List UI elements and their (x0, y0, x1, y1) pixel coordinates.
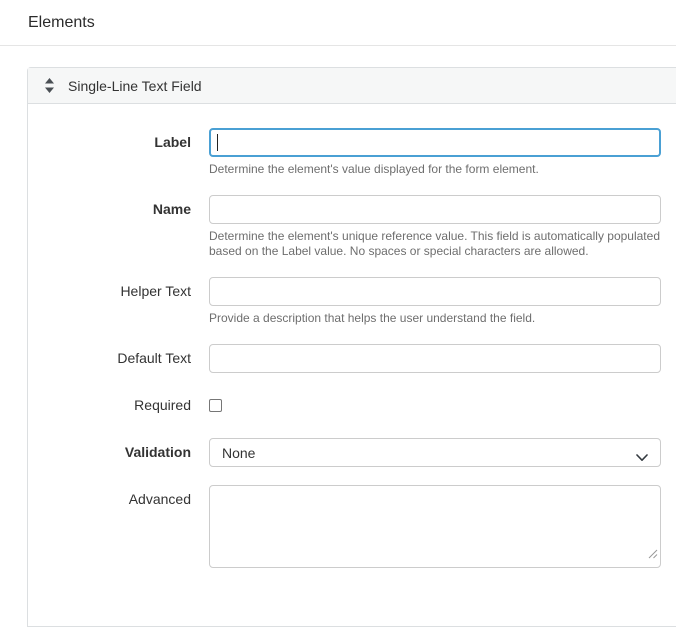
name-field-control: Determine the element's unique reference… (209, 195, 661, 259)
label-field-label: Label (28, 128, 191, 157)
advanced-textarea[interactable] (209, 485, 661, 568)
element-settings-panel: Single-Line Text Field Label Determine t… (27, 67, 676, 627)
default-text-input[interactable] (209, 344, 661, 373)
default-text-field-label: Default Text (28, 344, 191, 373)
helper-text-input[interactable] (209, 277, 661, 306)
required-field-control (209, 391, 661, 412)
form-group-helper-text: Helper Text Provide a description that h… (28, 277, 660, 326)
form-group-label: Label Determine the element's value disp… (28, 128, 660, 177)
form-group-name: Name Determine the element's unique refe… (28, 195, 660, 259)
name-input[interactable] (209, 195, 661, 224)
sort-up-down-icon (45, 78, 54, 93)
helper-text-field-label: Helper Text (28, 277, 191, 306)
form-group-advanced: Advanced (28, 485, 660, 568)
validation-select[interactable]: None (209, 438, 661, 467)
label-help-text: Determine the element's value displayed … (209, 162, 661, 177)
label-field-control: Determine the element's value displayed … (209, 128, 661, 177)
form-group-required: Required (28, 391, 660, 420)
name-help-text: Determine the element's unique reference… (209, 229, 661, 259)
required-field-label: Required (28, 391, 191, 420)
text-cursor (217, 134, 218, 151)
panel-title: Single-Line Text Field (68, 78, 202, 94)
validation-field-label: Validation (28, 438, 191, 467)
page-title: Elements (28, 14, 676, 32)
label-input[interactable] (209, 128, 661, 157)
validation-field-control: None (209, 438, 661, 467)
helper-text-help-text: Provide a description that helps the use… (209, 311, 661, 326)
form-group-validation: Validation None (28, 438, 660, 467)
helper-text-field-control: Provide a description that helps the use… (209, 277, 661, 326)
panel-body: Label Determine the element's value disp… (28, 104, 676, 592)
form-group-default-text: Default Text (28, 344, 660, 373)
advanced-field-control (209, 485, 661, 568)
panel-header[interactable]: Single-Line Text Field (28, 68, 676, 104)
default-text-field-control (209, 344, 661, 373)
name-field-label: Name (28, 195, 191, 224)
advanced-field-label: Advanced (28, 485, 191, 514)
page-header: Elements (0, 0, 676, 46)
required-checkbox[interactable] (209, 399, 222, 412)
